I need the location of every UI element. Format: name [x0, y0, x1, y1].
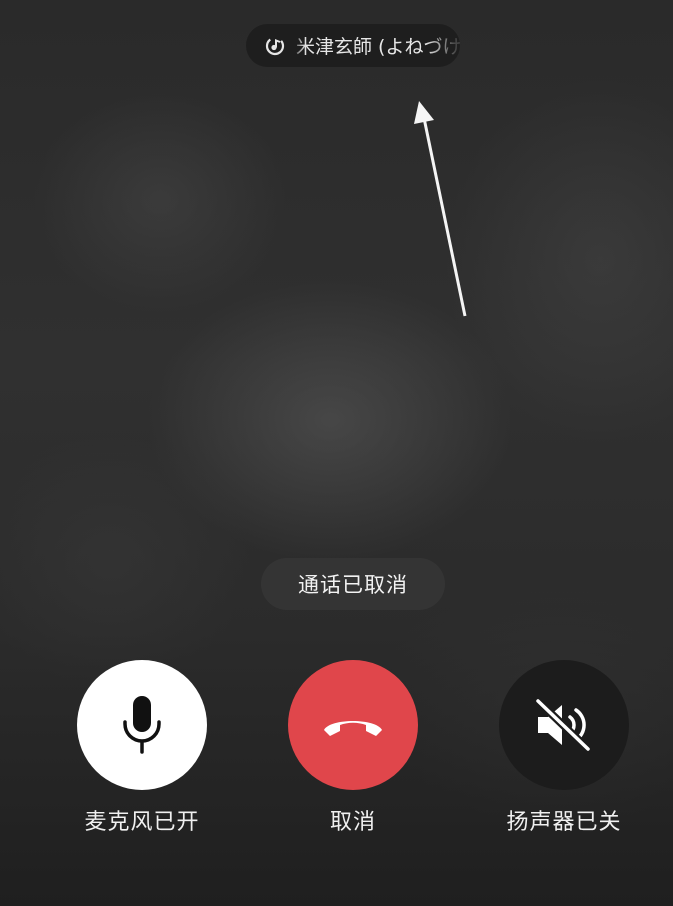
microphone-icon	[123, 696, 161, 754]
speaker-label: 扬声器已关	[506, 810, 622, 835]
call-title-pill[interactable]: 米津玄師 (よねづけんし)	[246, 24, 460, 67]
hang-up-button[interactable]	[288, 660, 418, 790]
hang-up-phone-icon	[324, 721, 382, 736]
speaker-control[interactable]: 扬声器已关	[499, 660, 629, 836]
microphone-control[interactable]: 麦克风已开	[77, 660, 207, 836]
speaker-button[interactable]	[499, 660, 629, 790]
music-note-icon	[264, 35, 286, 57]
microphone-button[interactable]	[77, 660, 207, 790]
microphone-label: 麦克风已开	[84, 810, 200, 835]
call-status-badge: 通话已取消	[261, 558, 445, 610]
cancel-label: 取消	[329, 810, 376, 835]
speaker-muted-icon	[534, 697, 592, 753]
cancel-control[interactable]: 取消	[288, 660, 418, 836]
call-title: 米津玄師 (よねづけんし)	[296, 36, 460, 58]
